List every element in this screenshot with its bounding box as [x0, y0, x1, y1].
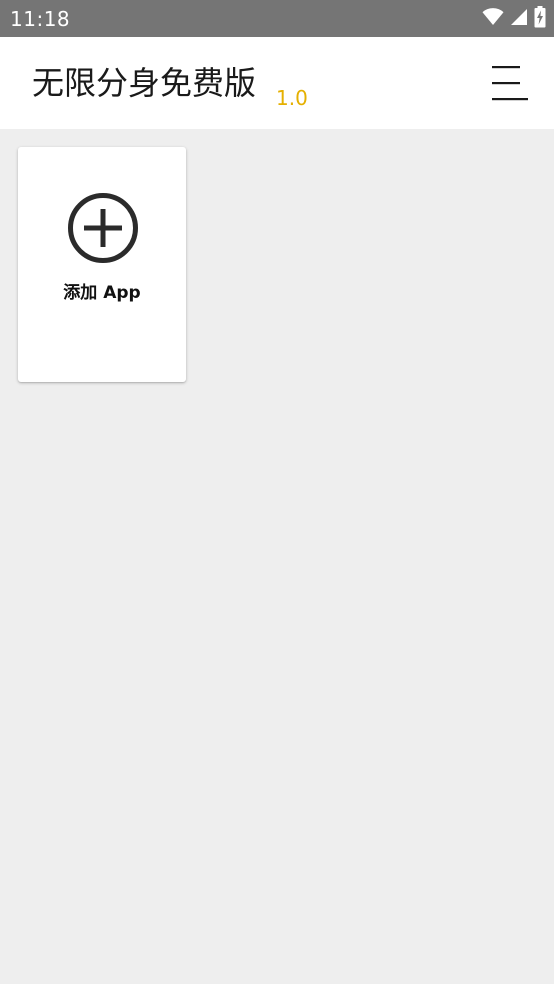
add-app-card[interactable]: 添加 App	[18, 147, 186, 382]
menu-button[interactable]	[488, 63, 532, 103]
add-circle-icon	[68, 193, 138, 263]
app-grid: 添加 App	[0, 129, 554, 984]
status-time: 11:18	[10, 7, 71, 31]
add-app-label: 添加 App	[63, 283, 141, 303]
status-icons	[482, 6, 546, 32]
app-bar: 无限分身免费版 1.0	[0, 37, 554, 129]
status-bar: 11:18	[0, 0, 554, 37]
signal-icon	[510, 8, 528, 30]
app-title: 无限分身免费版	[32, 64, 257, 102]
app-version-badge: 1.0	[276, 86, 308, 110]
wifi-icon	[482, 8, 504, 30]
menu-icon	[492, 66, 528, 101]
battery-charging-icon	[534, 6, 546, 32]
